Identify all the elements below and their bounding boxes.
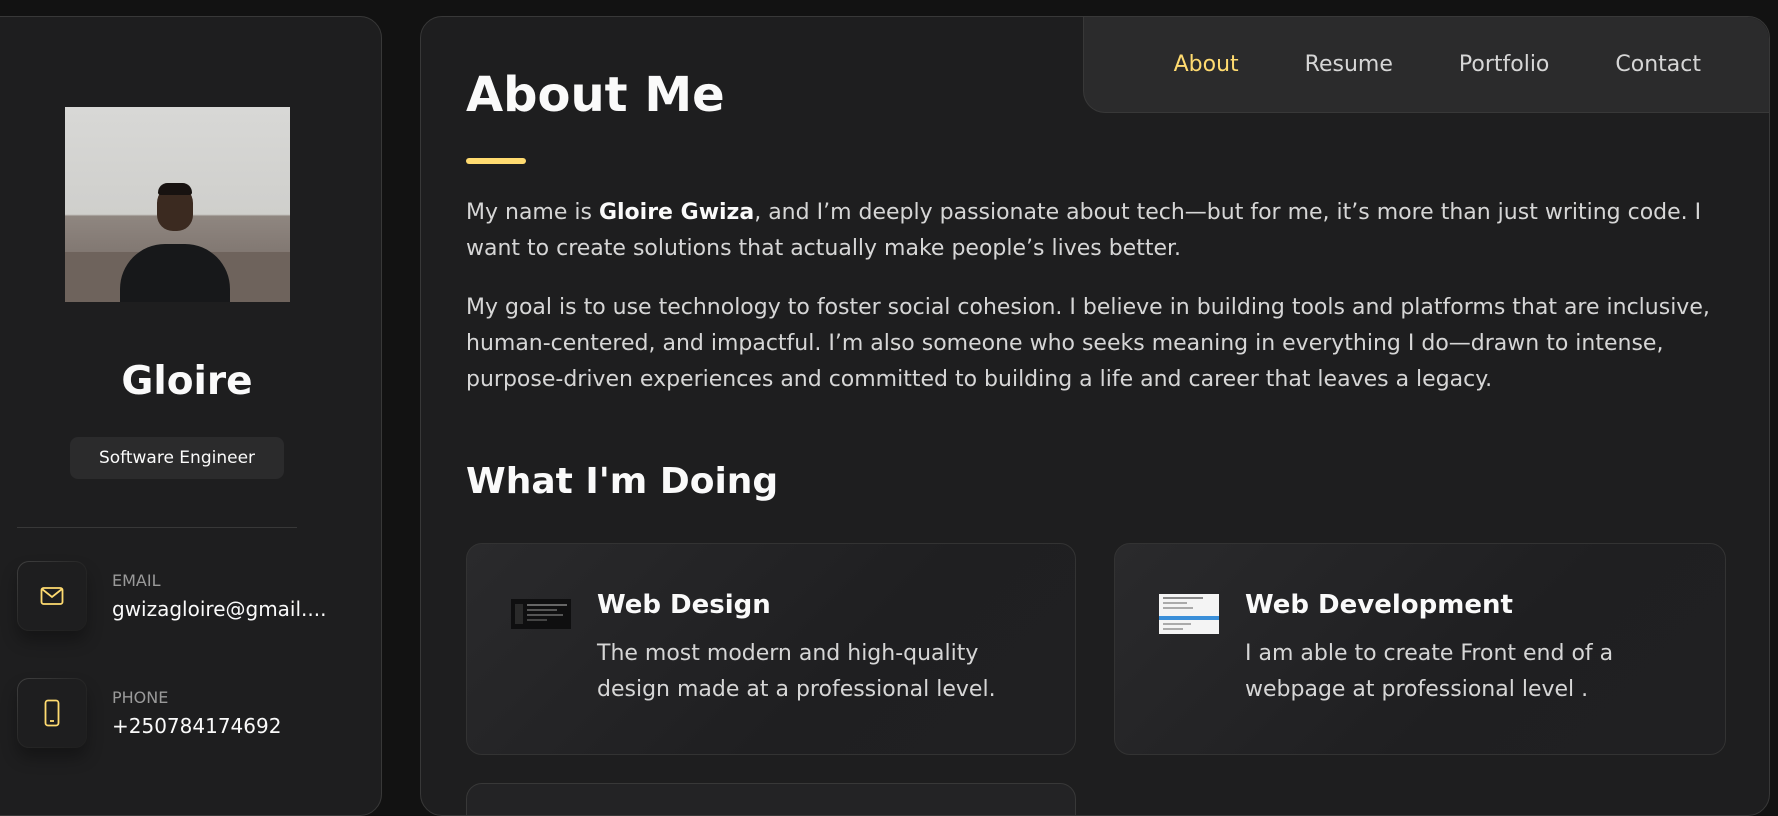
main-content: About Resume Portfolio Contact About Me … xyxy=(420,16,1770,816)
nav-about[interactable]: About xyxy=(1174,52,1239,77)
job-title-badge: Software Engineer xyxy=(70,437,284,479)
contact-phone: PHONE +250784174692 xyxy=(17,678,317,750)
email-link[interactable]: gwizagloire@gmail.... xyxy=(112,597,326,621)
service-description: I am able to create Front end of a webpa… xyxy=(1245,641,1614,702)
author-name: Gloire Gwiza xyxy=(598,200,755,225)
contact-email: EMAIL gwizagloire@gmail.... xyxy=(17,561,326,633)
avatar xyxy=(65,107,290,302)
service-card-partial xyxy=(466,783,1076,815)
service-title: Web Design xyxy=(597,590,771,620)
service-title: Web Development xyxy=(1245,590,1513,620)
email-label: EMAIL xyxy=(112,571,161,590)
web-design-thumbnail xyxy=(511,599,571,629)
profile-name: Gloire xyxy=(121,359,253,404)
nav-resume[interactable]: Resume xyxy=(1305,52,1393,77)
phone-link[interactable]: +250784174692 xyxy=(112,714,281,738)
title-underline xyxy=(466,158,526,164)
page-title: About Me xyxy=(466,67,725,123)
navbar: About Resume Portfolio Contact xyxy=(1083,17,1769,113)
service-card-web-development: Web Development I am able to create Fron… xyxy=(1114,543,1726,755)
service-description: The most modern and high-quality design … xyxy=(597,641,996,702)
phone-label: PHONE xyxy=(112,688,169,707)
sidebar-separator xyxy=(17,527,297,528)
service-card-web-design: Web Design The most modern and high-qual… xyxy=(466,543,1076,755)
about-paragraph-1: My name is Gloire Gwiza, and I’m deeply … xyxy=(466,200,1702,261)
sidebar: Gloire Software Engineer EMAIL gwizagloi… xyxy=(0,16,382,816)
web-development-thumbnail xyxy=(1159,594,1219,634)
nav-portfolio[interactable]: Portfolio xyxy=(1459,52,1550,77)
phone-icon xyxy=(17,678,87,748)
services-title: What I'm Doing xyxy=(466,461,779,502)
about-paragraph-2: My goal is to use technology to foster s… xyxy=(466,295,1710,392)
nav-contact[interactable]: Contact xyxy=(1615,52,1701,77)
mail-icon xyxy=(17,561,87,631)
